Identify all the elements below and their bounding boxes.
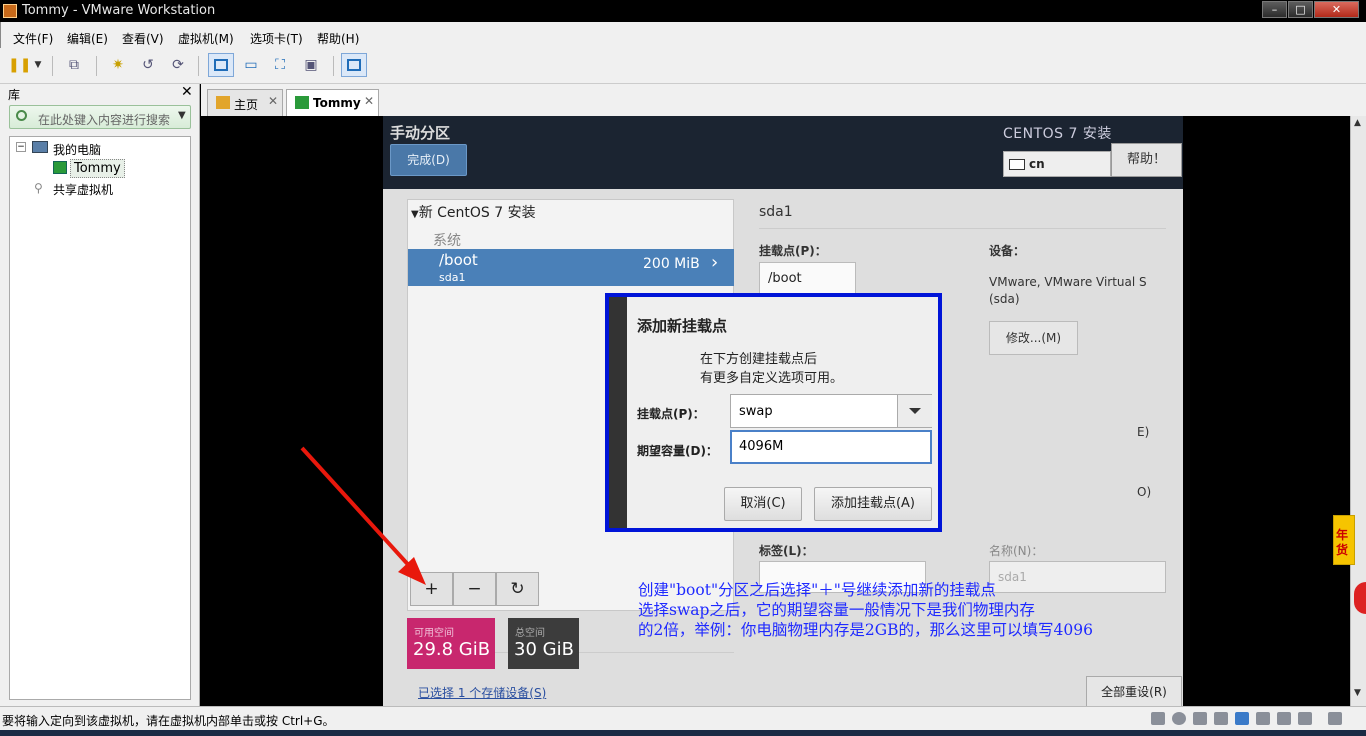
annotation-note: 创建"boot"分区之后选择"＋"号继续添加新的挂载点 选择swap之后，它的期… [638,580,1093,640]
promo-badge-text: 年货 [1336,528,1349,557]
scroll-down-icon[interactable]: ▼ [1354,688,1361,698]
status-bar: 要将输入定向到该虚拟机，请在虚拟机内部单击或按 Ctrl+G。 [0,706,1366,730]
arrow-head [398,557,426,585]
fullscreen-status-icon[interactable] [1328,712,1342,725]
display-icon[interactable] [1277,712,1291,725]
annotation-line-2: 选择swap之后，它的期望容量一般情况下是我们物理内存 [638,601,1035,619]
network-adapter-icon[interactable] [1193,712,1207,725]
usb-icon[interactable] [1235,712,1249,725]
vertical-scrollbar[interactable]: ▲ ▼ [1350,116,1366,706]
promo-badge[interactable]: 年货 [1333,515,1355,565]
arrow-shaft [300,446,415,572]
floating-widget-icon[interactable] [1354,582,1366,614]
scroll-up-icon[interactable]: ▲ [1354,118,1361,128]
sound-card-icon[interactable] [1256,712,1270,725]
os-taskbar [0,730,1366,736]
hard-disk-icon[interactable] [1151,712,1165,725]
message-icon[interactable] [1298,712,1312,725]
printer-icon[interactable] [1214,712,1228,725]
annotation-line-1: 创建"boot"分区之后选择"＋"号继续添加新的挂载点 [638,581,996,599]
status-text: 要将输入定向到该虚拟机，请在虚拟机内部单击或按 Ctrl+G。 [2,714,335,728]
annotation-line-3: 的2倍，举例：你电脑物理内存是2GB的，那么这里可以填写4096 [638,621,1093,639]
cd-dvd-icon[interactable] [1172,712,1186,725]
